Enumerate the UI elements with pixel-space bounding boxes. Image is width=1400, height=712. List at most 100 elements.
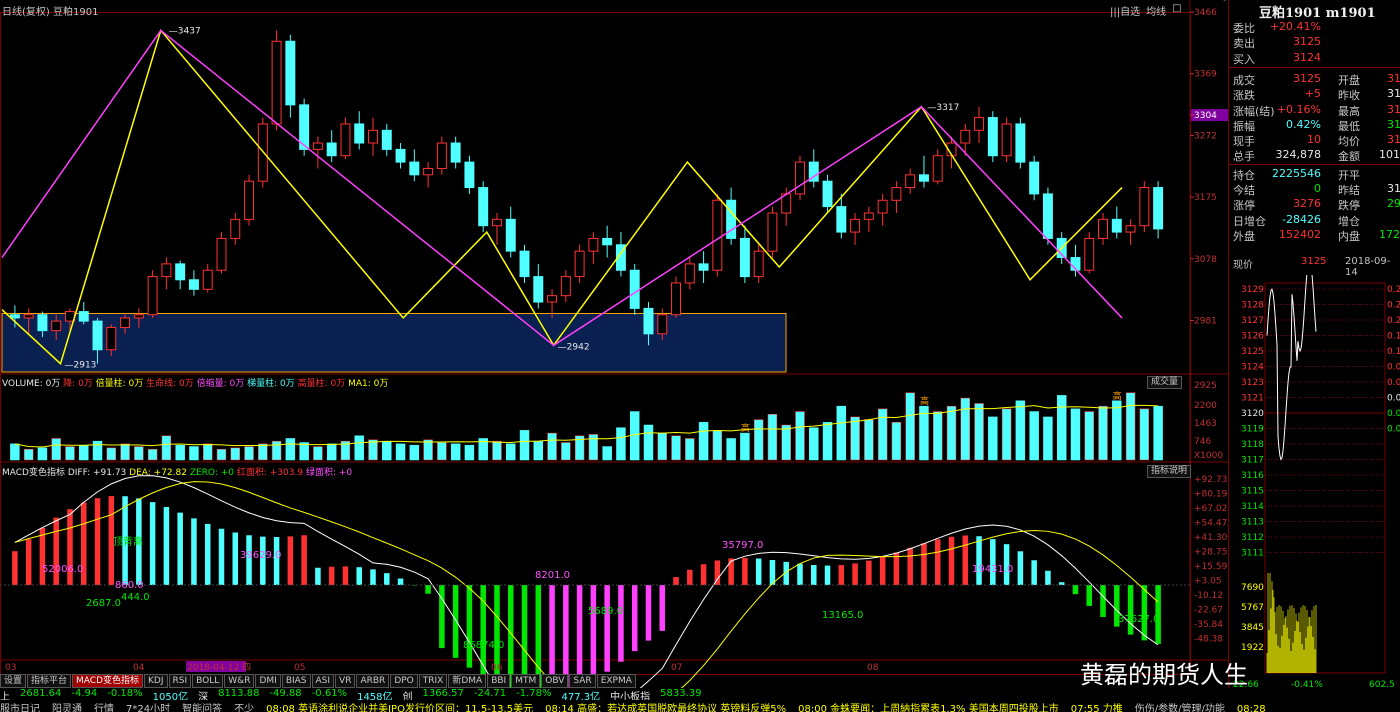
candle-body <box>739 237 750 278</box>
intraday-pct-label: 0.00 <box>1387 394 1400 404</box>
indicator-help-button[interactable]: 指标说明 <box>1147 465 1192 478</box>
volume-bar <box>161 435 172 461</box>
index-ticker-item: -0.61% <box>311 688 348 699</box>
indicator-tab[interactable]: ASI <box>311 674 335 688</box>
quote-row-label-2: 增仓 <box>1338 214 1360 228</box>
news-ticker-item[interactable]: 行情 <box>94 704 114 712</box>
indicator-tab[interactable]: OBV <box>541 674 569 688</box>
ma-button[interactable]: 均线 <box>1146 3 1166 18</box>
indicator-tab[interactable]: BBI <box>487 674 511 688</box>
support-zone-box <box>1 312 787 373</box>
news-ticker-item[interactable]: 08:08 英语涂利说企业并美IPO发行价区间：11.5-13.5美元 <box>266 704 533 712</box>
watermark-text: 黄磊的期货人生 <box>1080 661 1248 689</box>
news-ticker-item[interactable]: 08:14 高盛：若达成英国脱欧最终协议 英镑料反弹5% <box>545 704 786 712</box>
intraday-price-label: 3128 <box>1241 301 1264 311</box>
volume-indicator-button[interactable]: 成交量 <box>1147 376 1183 389</box>
symbol-label: 豆粕1901 <box>53 7 99 18</box>
intraday-price-label: 3118 <box>1241 440 1264 450</box>
indicator-tab[interactable]: DMI <box>255 674 281 688</box>
quote-row: 买入 3124 <box>1233 51 1400 66</box>
volume-bar <box>37 447 48 461</box>
macd-area-label: 19431.0 <box>972 564 1013 575</box>
news-ticker-item[interactable]: 服市日记 <box>0 704 40 712</box>
indicator-tab[interactable]: 设置 <box>0 674 27 688</box>
news-ticker-item[interactable]: 07:55 力推 <box>1071 704 1123 712</box>
volume-bar <box>382 440 392 461</box>
quote-row-label: 涨停 <box>1233 199 1255 213</box>
candle-body <box>395 148 406 163</box>
macd-axis-label: +15.59 <box>1194 562 1228 572</box>
quote-row-value: 324,878 <box>1275 148 1322 162</box>
indicator-tab[interactable]: VR <box>335 674 356 688</box>
quote-row-value-2: 1724 <box>1379 227 1400 241</box>
price-axis-label: 3175 <box>1194 193 1217 203</box>
quote-row-value: -28426 <box>1282 212 1321 226</box>
indicator-tab[interactable]: MTM <box>511 674 541 688</box>
volume-bar <box>271 440 282 461</box>
candle-body <box>712 199 723 271</box>
candle-body <box>216 237 227 271</box>
quote-row-label: 涨跌 <box>1233 89 1255 103</box>
volume-bar <box>423 439 433 461</box>
intraday-chart[interactable]: 3129 3128 3127 3126 3125 3124 3123 3121 3120 3119… <box>1229 275 1400 690</box>
index-ticker-item: -49.88 <box>269 688 302 699</box>
intraday-price-label: 3119 <box>1241 425 1264 435</box>
intraday-pct-label: 0.13 <box>1387 347 1400 357</box>
news-ticker-item[interactable]: 08:00 金蛛要闻：上周納指累表1.3% 美国本周四投股上市 <box>798 704 1059 712</box>
intraday-pct-label: 0.04 <box>1387 378 1400 388</box>
indicator-tab[interactable]: BIAS <box>281 674 311 688</box>
macd-axis-label: +92.73 <box>1194 475 1227 485</box>
price-axis-label: 3272 <box>1194 131 1217 141</box>
candle-body <box>753 250 764 278</box>
volume-bar <box>147 448 158 461</box>
volume-axis-label: 2925 <box>1194 381 1217 391</box>
news-ticker-item[interactable]: 智能问答 <box>182 704 222 712</box>
indicator-tab[interactable]: DPO <box>390 674 418 688</box>
volume-legend-item: 倍缩量: 0万 <box>196 379 248 389</box>
macd-area-label: 37627.0 <box>1118 614 1159 625</box>
intraday-price-label: 3117 <box>1241 456 1264 466</box>
indicator-tab[interactable]: MACD变色指标 <box>72 674 144 688</box>
indicator-tab[interactable]: ARBR <box>356 674 390 688</box>
indicator-tab[interactable]: SAR <box>569 674 596 688</box>
candle-body <box>106 326 117 351</box>
indicator-tab[interactable]: KDJ <box>144 674 168 688</box>
indicator-tab[interactable]: EXPMA <box>596 674 636 688</box>
news-ticker-item[interactable]: 不少 <box>234 704 254 712</box>
quote-row-label: 现手 <box>1233 135 1255 149</box>
quote-row: 涨停 3276 跌停 29 <box>1233 197 1400 212</box>
news-ticker-item[interactable]: 伤伤/参数/管理/功能 <box>1135 704 1225 712</box>
indicator-tab[interactable]: W&R <box>224 674 255 688</box>
volume-bar <box>519 430 530 461</box>
volume-legend-item: 生命线: 0万 <box>146 379 197 389</box>
macd-legend-item: 绿面积: +0 <box>305 468 353 478</box>
annotation-low-2: —2942 <box>558 342 590 352</box>
quote-row-value-2: 31 <box>1387 87 1400 101</box>
intraday-volume-label: 1922 <box>1241 643 1264 653</box>
volume-axis-label: 746 <box>1194 437 1211 447</box>
indicator-tab[interactable]: BOLL <box>192 674 224 688</box>
indicator-tab[interactable]: RSI <box>168 674 192 688</box>
intraday-pct-label: 0.21 <box>1387 316 1400 326</box>
macd-legend-item: 红面积: +303.9 <box>236 468 306 478</box>
window-button[interactable]: □ <box>1172 3 1181 18</box>
volume-bar <box>712 430 723 461</box>
macd-area-label: 860.0 <box>115 580 144 591</box>
news-ticker-item[interactable]: 阳灵通 <box>52 704 82 712</box>
news-ticker-item[interactable]: 08:28 <box>1237 704 1266 712</box>
indicator-tab[interactable]: TRIX <box>418 674 448 688</box>
watchlist-button[interactable]: |||自选 <box>1110 3 1140 18</box>
main-chart[interactable]: 3466 3369 3304 3272 3175 3078 2981 —3437 —2913 —2… <box>0 0 1228 690</box>
indicator-tab[interactable]: 新DMA <box>448 674 487 688</box>
quote-row-value: 2225546 <box>1272 166 1321 180</box>
macd-diff-line <box>14 475 1159 690</box>
volume-bar <box>1098 405 1108 461</box>
volume-bar <box>506 443 516 461</box>
volume-bar <box>120 443 130 461</box>
quote-row-value: 3125 <box>1293 71 1321 85</box>
candle-body <box>863 212 874 220</box>
volume-tag-high: 高 <box>920 395 929 407</box>
news-ticker-item[interactable]: 7*24小时 <box>126 704 170 712</box>
indicator-tab[interactable]: 指标平台 <box>27 674 72 688</box>
chart-title: 日线(复权) 豆粕1901 <box>2 3 98 18</box>
